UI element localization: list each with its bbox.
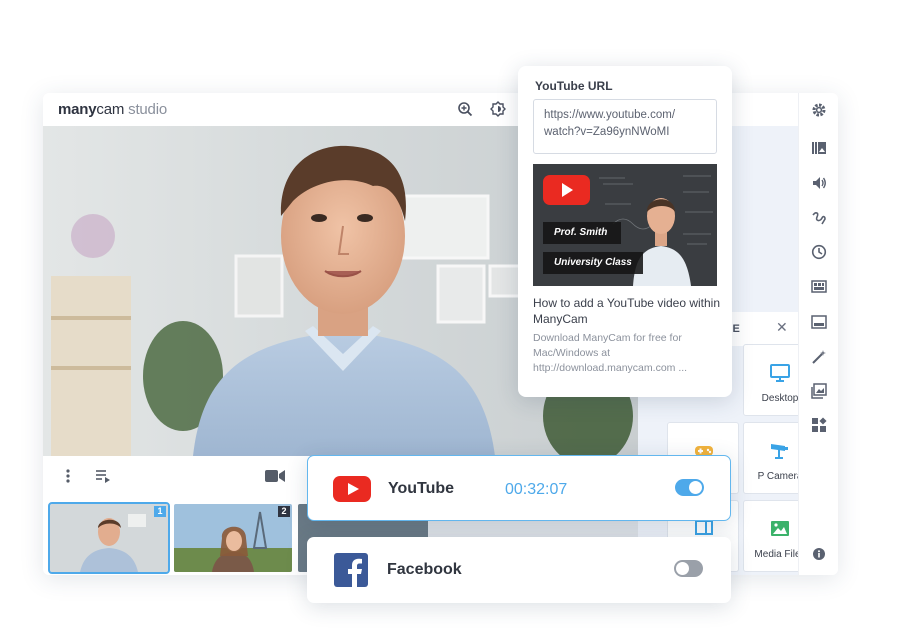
app-logo: manycam studio bbox=[58, 101, 167, 118]
preset-thumbnail-1[interactable]: 1 bbox=[48, 502, 170, 574]
volume-icon[interactable] bbox=[811, 175, 827, 191]
youtube-stream-toggle[interactable] bbox=[675, 479, 704, 496]
monitor-icon bbox=[770, 364, 790, 382]
images-icon[interactable] bbox=[811, 383, 827, 399]
facebook-stream-toggle[interactable] bbox=[674, 560, 703, 577]
camera-icon[interactable] bbox=[265, 469, 285, 483]
lower-third-title: University Class bbox=[543, 252, 643, 274]
video-description: Download ManyCam for free for Mac/Window… bbox=[533, 332, 688, 374]
playlist-icon[interactable] bbox=[95, 469, 111, 483]
youtube-url-card: YouTube URL https://www.youtube.com/ wat… bbox=[518, 66, 732, 397]
window-icon bbox=[695, 520, 713, 535]
gear-icon[interactable] bbox=[811, 102, 827, 118]
presenter-thumbnail-image bbox=[50, 504, 168, 572]
magic-wand-icon[interactable] bbox=[811, 349, 827, 365]
logo-bold: many bbox=[58, 101, 97, 118]
stream-name: YouTube bbox=[388, 480, 455, 497]
youtube-play-icon[interactable] bbox=[543, 175, 590, 205]
toggle-knob bbox=[676, 562, 689, 575]
stream-card-facebook[interactable]: Facebook bbox=[307, 537, 731, 603]
youtube-video-preview[interactable]: Prof. Smith University Class bbox=[533, 164, 717, 286]
lower-third-name: Prof. Smith bbox=[543, 222, 621, 244]
brightness-icon[interactable] bbox=[490, 101, 506, 117]
stream-name: Facebook bbox=[387, 561, 462, 578]
more-vertical-icon[interactable] bbox=[65, 468, 71, 484]
zoom-in-icon[interactable] bbox=[457, 101, 473, 117]
stage: manycam studio 1 2 CE ✕ Desktop P Camera… bbox=[0, 0, 900, 638]
right-toolbar bbox=[798, 93, 838, 575]
draw-icon[interactable] bbox=[811, 210, 827, 226]
logo-suffix: studio bbox=[128, 101, 167, 118]
stream-timer: 00:32:07 bbox=[505, 481, 568, 498]
toggle-knob bbox=[689, 481, 702, 494]
youtube-url-title: YouTube URL bbox=[535, 79, 613, 93]
image-icon bbox=[771, 521, 789, 536]
lower-third-icon[interactable] bbox=[811, 314, 827, 330]
youtube-logo-icon bbox=[333, 476, 371, 502]
video-title: How to add a YouTube video within ManyCa… bbox=[533, 296, 721, 326]
preset-number-badge: 2 bbox=[278, 506, 290, 517]
youtube-url-input[interactable]: https://www.youtube.com/ watch?v=Za96ynN… bbox=[533, 99, 717, 154]
logo-regular: cam bbox=[96, 101, 125, 118]
widgets-icon[interactable] bbox=[811, 417, 827, 433]
stream-card-youtube[interactable]: YouTube 00:32:07 bbox=[307, 455, 731, 521]
clock-icon[interactable] bbox=[811, 244, 827, 260]
preset-number-badge: 1 bbox=[154, 506, 166, 517]
url-line-2: watch?v=Za96ynNWoMI bbox=[544, 126, 670, 138]
info-icon[interactable] bbox=[813, 548, 825, 560]
close-icon[interactable]: ✕ bbox=[776, 319, 788, 336]
url-line-1: https://www.youtube.com/ bbox=[544, 109, 676, 121]
preset-thumbnail-2[interactable]: 2 bbox=[174, 504, 292, 572]
chroma-key-icon[interactable] bbox=[811, 279, 827, 295]
eiffel-thumbnail-image bbox=[174, 504, 292, 572]
facebook-logo-icon bbox=[334, 553, 368, 587]
presets-icon[interactable] bbox=[811, 140, 827, 156]
ip-camera-icon bbox=[771, 444, 788, 459]
